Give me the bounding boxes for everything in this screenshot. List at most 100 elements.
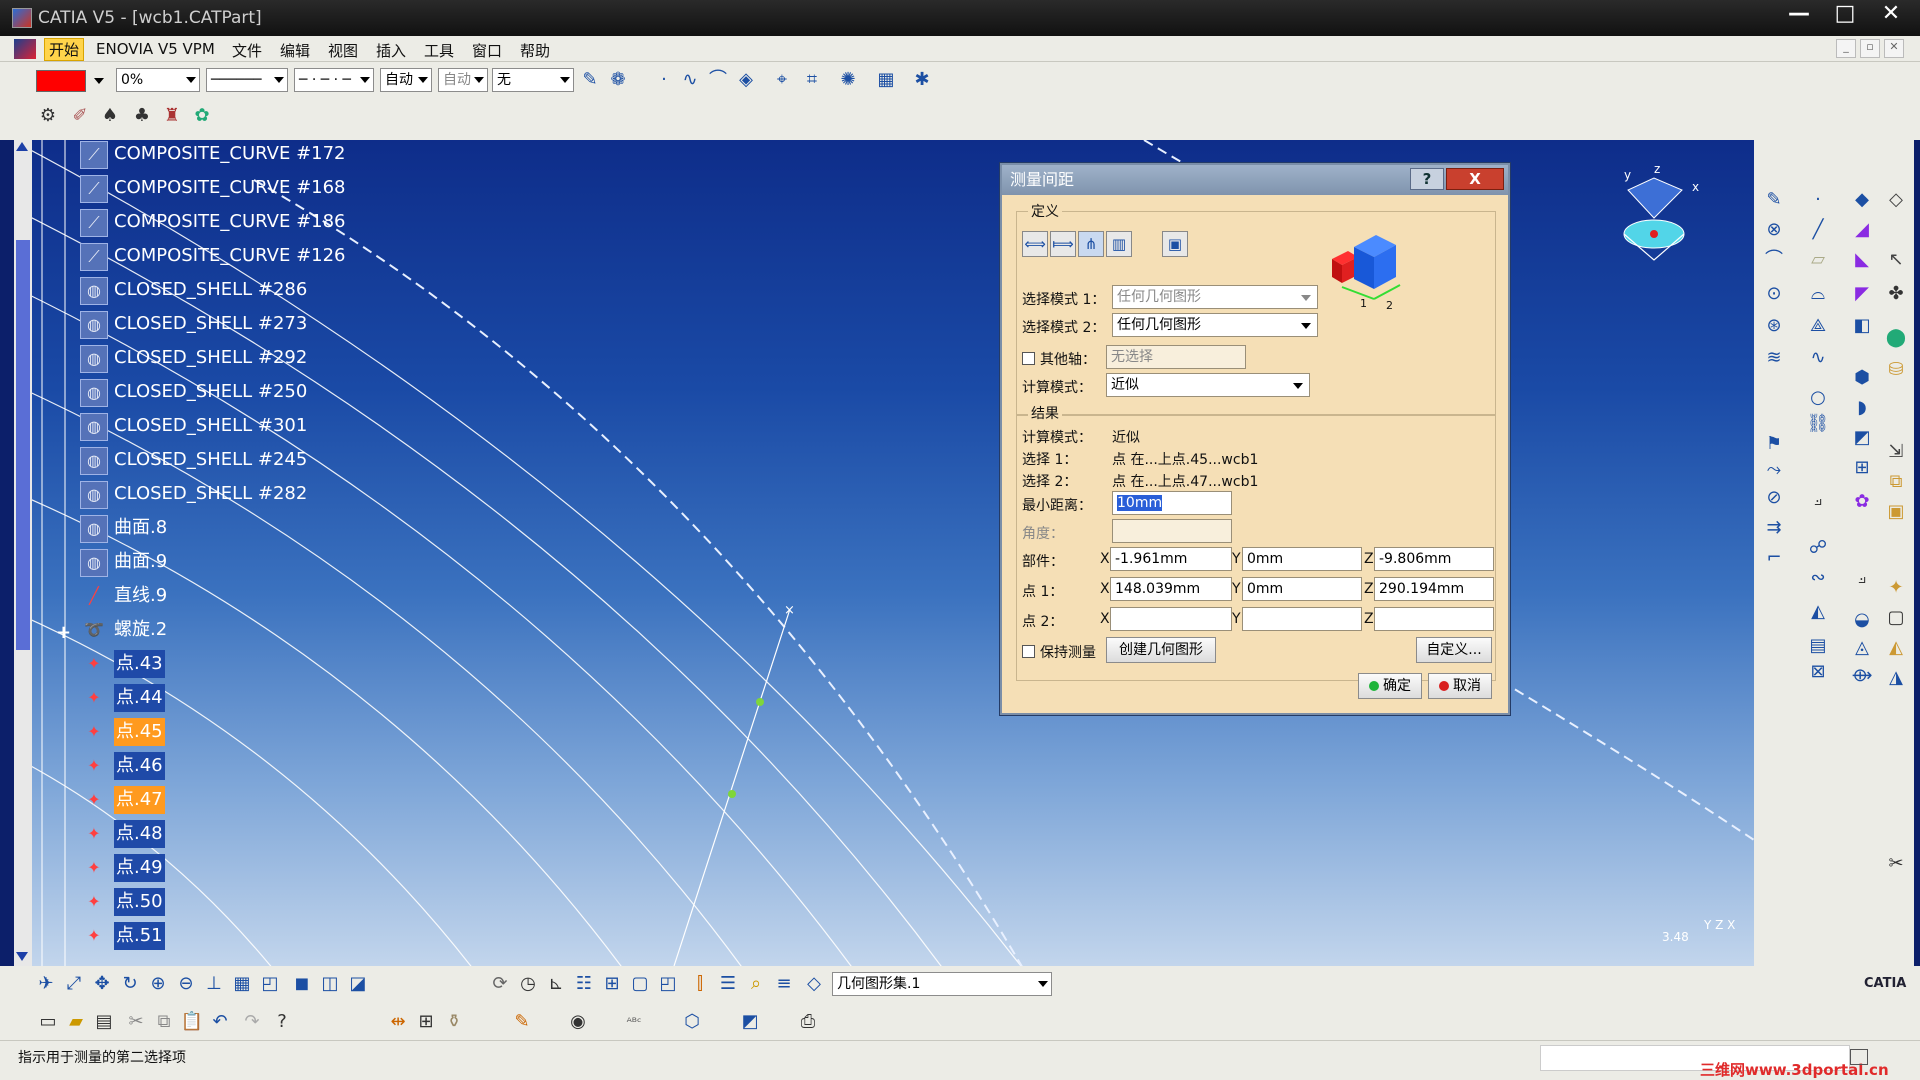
keep-measure-checkbox[interactable]: [1022, 645, 1035, 658]
dialog-close-button[interactable]: X: [1446, 168, 1504, 190]
sweep2-icon[interactable]: ≋: [1762, 346, 1786, 370]
circle-icon[interactable]: ○: [1806, 386, 1830, 410]
disk-icon[interactable]: ◒: [1850, 608, 1874, 632]
cut-icon[interactable]: ✂: [124, 1010, 148, 1034]
tools-icon[interactable]: ✂: [1884, 852, 1908, 876]
tag-icon[interactable]: ◬: [1850, 636, 1874, 660]
graph-icon[interactable]: ⟓: [1850, 566, 1874, 590]
annotation-icon[interactable]: ᴬᴮᶜ: [622, 1010, 646, 1034]
color-swatch[interactable]: [36, 70, 86, 92]
render-combo[interactable]: 无: [492, 68, 574, 92]
weight-combo[interactable]: 自动: [380, 68, 432, 92]
menu-tools[interactable]: 工具: [424, 40, 454, 61]
copy-icon[interactable]: ⧉: [152, 1010, 176, 1034]
whats-this-icon[interactable]: ?: [270, 1010, 294, 1034]
point2-y-field[interactable]: [1242, 607, 1362, 631]
menu-insert[interactable]: 插入: [376, 40, 406, 61]
menu-file[interactable]: 文件: [232, 40, 262, 61]
pan-icon[interactable]: ✥: [90, 972, 114, 996]
tool-icon[interactable]: ♠: [98, 104, 122, 128]
menu-edit[interactable]: 编辑: [280, 40, 310, 61]
ok-button[interactable]: 确定: [1358, 673, 1422, 699]
point2-x-field[interactable]: [1110, 607, 1232, 631]
translate-icon[interactable]: ⇲: [1884, 440, 1908, 464]
join-icon[interactable]: ◤: [1850, 282, 1874, 306]
measure-fan-mode-icon[interactable]: ⋔: [1078, 231, 1104, 257]
pattern-icon[interactable]: ⊞: [1850, 456, 1874, 480]
iso-view-icon[interactable]: ◰: [258, 972, 282, 996]
loft-icon[interactable]: ⊙: [1762, 282, 1786, 306]
cylinder-icon[interactable]: ⛁: [1884, 358, 1908, 382]
wrap-icon[interactable]: ⟴: [1850, 664, 1874, 688]
point-tool-icon[interactable]: ·: [652, 68, 676, 92]
axis-icon[interactable]: ☍: [1806, 536, 1830, 560]
axis-system-icon[interactable]: ⊾: [544, 972, 568, 996]
healing-icon[interactable]: ⤳: [1762, 458, 1786, 482]
swap-space-icon[interactable]: ◪: [346, 972, 370, 996]
part-x-field[interactable]: -1.961mm: [1110, 547, 1232, 571]
point1-x-field[interactable]: 148.039mm: [1110, 577, 1232, 601]
shading-icon[interactable]: ◼: [290, 972, 314, 996]
sketch-icon[interactable]: ✐: [68, 104, 92, 128]
sweep-icon[interactable]: ⊗: [1762, 218, 1786, 242]
menu-start[interactable]: 开始: [44, 38, 85, 61]
help-button[interactable]: ?: [1410, 168, 1444, 190]
cube-icon[interactable]: ▢: [628, 972, 652, 996]
undo-icon[interactable]: ↶: [208, 1010, 232, 1034]
layer-combo[interactable]: 自动: [438, 68, 488, 92]
intersect-icon[interactable]: ⟁: [1806, 314, 1830, 338]
scene-icon[interactable]: ♣: [130, 104, 154, 128]
mesh-icon[interactable]: ⊠: [1806, 660, 1830, 684]
update-icon[interactable]: ⟳: [488, 972, 512, 996]
fill-icon[interactable]: ◣: [1850, 248, 1874, 272]
measure-tool-icon[interactable]: ⊞: [414, 1010, 438, 1034]
normal-view-icon[interactable]: ⊥: [202, 972, 226, 996]
material-icon[interactable]: ✿: [1850, 490, 1874, 514]
linestyle-combo[interactable]: ─ · ─ · ─: [294, 68, 374, 92]
plane-icon[interactable]: ▱: [1806, 248, 1830, 272]
view-icon[interactable]: ◮: [1884, 666, 1908, 690]
measure-between-icon[interactable]: ⌖: [770, 68, 794, 92]
frame-icon[interactable]: ▢: [1884, 606, 1908, 630]
shape-icon[interactable]: ◇: [1884, 188, 1908, 212]
menu-window[interactable]: 窗口: [472, 40, 502, 61]
paint-bucket-icon[interactable]: ❁: [606, 68, 630, 92]
other-axis-checkbox[interactable]: [1022, 352, 1035, 365]
sphere-icon[interactable]: ⬤: [1884, 326, 1908, 350]
status-icon[interactable]: [1850, 1049, 1868, 1065]
material-apply-icon[interactable]: ◩: [738, 1010, 762, 1034]
offset-icon[interactable]: ◢: [1850, 218, 1874, 242]
point-icon[interactable]: ✎: [1762, 188, 1786, 212]
scroll-up-arrow-icon[interactable]: [16, 142, 28, 151]
search-icon[interactable]: ⌕: [744, 972, 768, 996]
linetype-combo[interactable]: ──────: [206, 68, 288, 92]
min-distance-field[interactable]: 10mm: [1112, 491, 1232, 515]
measure2-icon[interactable]: ◭: [1884, 636, 1908, 660]
point-tool-icon[interactable]: ·: [1806, 188, 1830, 212]
grid2-icon[interactable]: ⊞: [600, 972, 624, 996]
blend-icon[interactable]: ⌒: [706, 68, 730, 92]
other-axis-field[interactable]: 无选择: [1106, 345, 1246, 369]
printer-icon[interactable]: ⎙: [796, 1010, 820, 1034]
maximize-button[interactable]: □: [1822, 2, 1868, 28]
scroll-thumb[interactable]: [16, 240, 30, 650]
sweep3-icon[interactable]: ◭: [1806, 600, 1830, 624]
cancel-button[interactable]: 取消: [1428, 673, 1492, 699]
section-icon[interactable]: ◰: [656, 972, 680, 996]
fillet-icon[interactable]: ◗: [1850, 396, 1874, 420]
box-icon[interactable]: ▣: [1884, 500, 1908, 524]
measure-between-mode-icon[interactable]: ⟺: [1022, 231, 1048, 257]
doc-minimize-button[interactable]: _: [1836, 39, 1856, 58]
select-mode1-combo[interactable]: 任何几何图形: [1112, 285, 1318, 309]
assembly-icon[interactable]: ♜: [160, 104, 184, 128]
rotate-icon[interactable]: ↻: [118, 972, 142, 996]
measure-item-icon[interactable]: ⌗: [800, 68, 824, 92]
select-mode2-combo[interactable]: 任何几何图形: [1112, 313, 1318, 337]
align-icon[interactable]: ⫿: [688, 972, 712, 996]
layer-icon[interactable]: ◇: [802, 972, 826, 996]
tree-expand-plus-icon[interactable]: +: [56, 622, 71, 643]
snap-icon[interactable]: ✤: [1884, 282, 1908, 306]
blend-icon[interactable]: ⌒: [1762, 248, 1786, 272]
fly-mode-icon[interactable]: ✈: [34, 972, 58, 996]
extrude-icon[interactable]: ◆: [1850, 188, 1874, 212]
